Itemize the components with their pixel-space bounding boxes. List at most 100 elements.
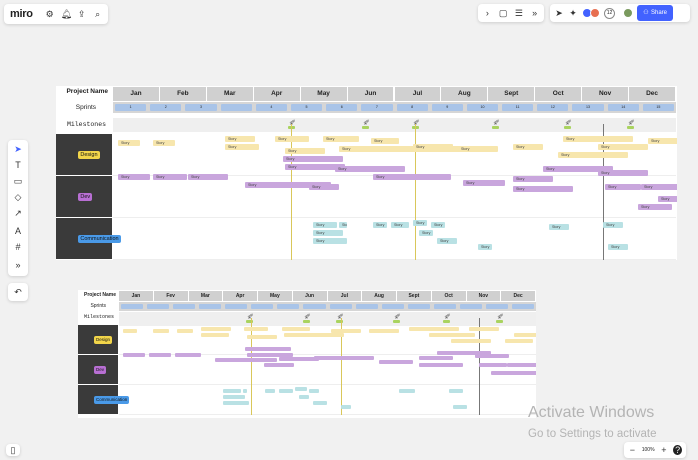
story-card[interactable]: Story xyxy=(373,174,451,180)
story-card[interactable]: Story xyxy=(313,238,347,244)
sticky-note-icon[interactable]: ▭ xyxy=(13,176,23,186)
frame-icon[interactable]: # xyxy=(13,242,23,252)
celebrate-icon[interactable]: ✦ xyxy=(568,8,578,18)
story-card[interactable]: Story xyxy=(323,136,359,142)
story-card[interactable]: Story xyxy=(598,170,648,176)
story-card[interactable]: Story xyxy=(225,144,259,150)
story-card[interactable] xyxy=(245,347,291,351)
story-card[interactable]: Story xyxy=(225,136,255,142)
story-card[interactable] xyxy=(369,329,399,333)
story-card[interactable]: Story xyxy=(648,138,677,144)
avatar[interactable] xyxy=(590,8,600,18)
story-card[interactable] xyxy=(247,335,277,339)
more-icon[interactable]: » xyxy=(530,8,539,18)
share-button[interactable]: ⚇ Share xyxy=(637,5,674,21)
story-card[interactable]: Story xyxy=(658,196,677,202)
milestone-marker[interactable] xyxy=(443,320,450,323)
zoom-in-icon[interactable]: + xyxy=(660,445,669,455)
story-card[interactable] xyxy=(314,356,374,360)
story-card[interactable] xyxy=(419,363,463,367)
story-card[interactable]: Story xyxy=(513,176,553,182)
story-card[interactable] xyxy=(149,353,171,357)
story-card[interactable] xyxy=(279,357,319,361)
story-card[interactable] xyxy=(282,327,310,331)
story-card[interactable] xyxy=(507,363,536,367)
undo-icon[interactable]: ↶ xyxy=(13,287,23,297)
story-card[interactable] xyxy=(244,327,268,331)
story-card[interactable] xyxy=(299,395,309,399)
story-card[interactable]: Story xyxy=(463,180,505,186)
story-card[interactable]: Story xyxy=(478,244,492,250)
story-card[interactable] xyxy=(201,333,229,337)
connection-line-icon[interactable]: ↗ xyxy=(13,208,23,218)
story-card[interactable]: Story xyxy=(313,230,343,236)
story-card[interactable]: Story xyxy=(339,222,347,228)
sidebar-toggle[interactable]: ▯ xyxy=(6,444,20,456)
help-icon[interactable]: ? xyxy=(673,445,682,455)
story-card[interactable] xyxy=(265,389,275,393)
story-card[interactable]: Story xyxy=(413,144,453,150)
story-card[interactable]: Story xyxy=(275,136,309,142)
story-card[interactable]: Story xyxy=(118,140,140,146)
story-card[interactable]: Story xyxy=(641,184,677,190)
story-card[interactable] xyxy=(451,339,491,343)
story-card[interactable] xyxy=(505,339,533,343)
story-card[interactable]: Story xyxy=(153,140,175,146)
chevron-right-icon[interactable]: › xyxy=(483,8,492,18)
story-card[interactable] xyxy=(201,327,231,331)
story-card[interactable]: Story xyxy=(431,222,445,228)
milestone-marker[interactable] xyxy=(393,320,400,323)
story-card[interactable] xyxy=(331,329,361,333)
story-card[interactable] xyxy=(284,333,344,337)
story-card[interactable] xyxy=(479,363,507,367)
milestone-marker[interactable] xyxy=(492,126,499,129)
story-card[interactable] xyxy=(453,405,467,409)
story-card[interactable]: Story xyxy=(605,184,641,190)
story-card[interactable] xyxy=(469,327,499,331)
story-card[interactable] xyxy=(223,395,245,399)
zoom-out-icon[interactable]: − xyxy=(628,445,637,455)
story-card[interactable]: Story xyxy=(558,152,628,158)
story-card[interactable]: Story xyxy=(153,174,187,180)
story-card[interactable]: Story xyxy=(437,238,457,244)
search-icon[interactable]: ⌕ xyxy=(93,9,103,19)
story-card[interactable]: Story xyxy=(335,166,405,172)
roadmap-board-2[interactable]: Project Name Sprints Milestones Jan Fev Ma… xyxy=(78,290,536,418)
story-card[interactable] xyxy=(123,353,145,357)
story-card[interactable] xyxy=(309,389,319,393)
story-card[interactable]: Story xyxy=(419,230,433,236)
story-card[interactable]: Story xyxy=(549,224,569,230)
story-card[interactable] xyxy=(419,356,453,360)
milestone-marker[interactable] xyxy=(303,320,310,323)
settings-icon[interactable]: ⚙ xyxy=(45,9,55,19)
story-card[interactable]: Story xyxy=(513,144,543,150)
story-card[interactable] xyxy=(223,389,241,393)
story-card[interactable]: Story xyxy=(608,244,628,250)
select-icon[interactable]: ➤ xyxy=(13,144,23,154)
comment-icon[interactable]: ▢ xyxy=(499,8,508,18)
story-card[interactable]: Story xyxy=(391,222,409,228)
collaborator-count[interactable]: 12 xyxy=(604,7,615,19)
pen-icon[interactable]: A xyxy=(13,226,23,236)
story-card[interactable]: Story xyxy=(371,138,399,144)
more-tools-icon[interactable]: » xyxy=(13,260,23,270)
story-card[interactable] xyxy=(519,371,536,375)
cursor-icon[interactable]: ➤ xyxy=(554,8,564,18)
story-card[interactable] xyxy=(475,354,509,358)
shapes-icon[interactable]: ◇ xyxy=(13,192,23,202)
story-card[interactable] xyxy=(429,333,475,337)
story-card[interactable]: Story xyxy=(188,174,228,180)
story-card[interactable]: Story xyxy=(563,136,633,142)
milestone-marker[interactable] xyxy=(627,126,634,129)
story-card[interactable] xyxy=(123,329,137,333)
story-card[interactable]: Story xyxy=(603,222,623,228)
story-card[interactable] xyxy=(175,353,201,357)
notifications-icon[interactable]: 🔔︎ xyxy=(61,9,72,19)
milestone-marker[interactable] xyxy=(362,126,369,129)
story-card[interactable]: Story xyxy=(285,148,325,154)
story-card[interactable] xyxy=(313,401,327,405)
user-avatar[interactable] xyxy=(623,8,633,18)
upload-icon[interactable]: ⇪ xyxy=(77,9,87,19)
milestone-marker[interactable] xyxy=(496,320,503,323)
story-card[interactable] xyxy=(341,405,351,409)
